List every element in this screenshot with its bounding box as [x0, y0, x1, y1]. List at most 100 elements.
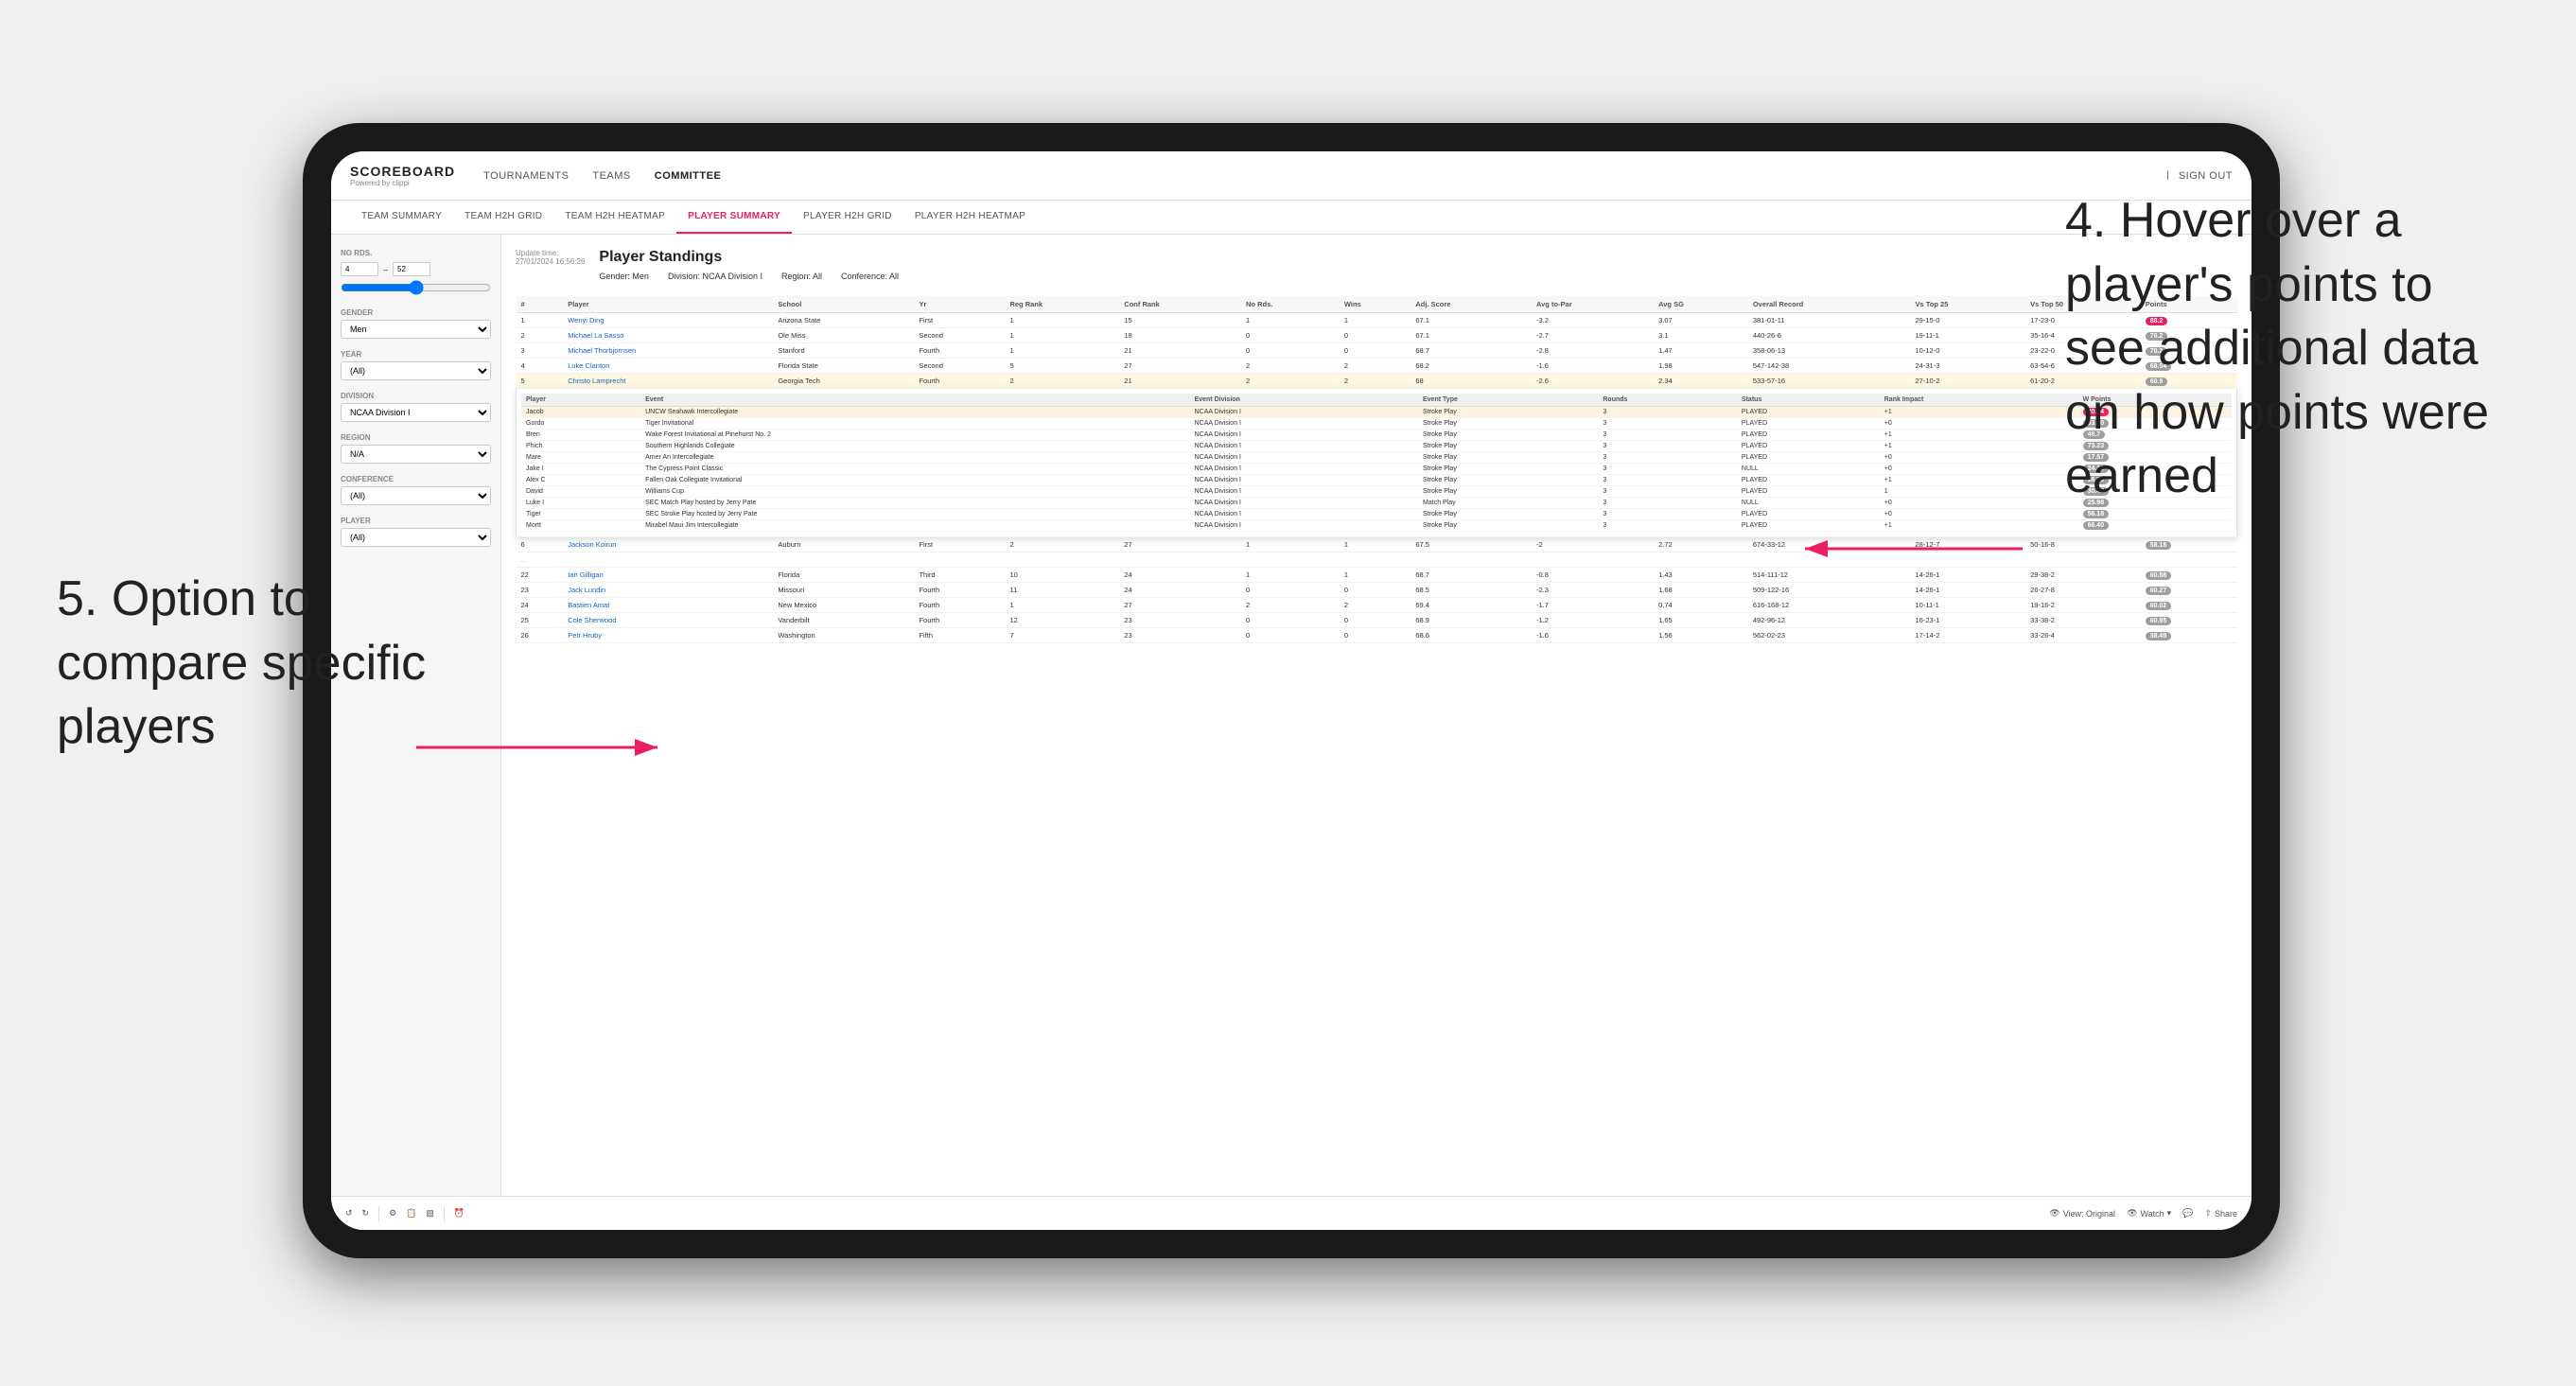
nav-teams[interactable]: TEAMS: [592, 170, 630, 182]
sub-cell-rank: +1: [1880, 407, 2078, 418]
sub-cell-status: PLAYED: [1737, 441, 1880, 452]
cell-rank: 25: [517, 613, 564, 628]
cell-conf-rank: 27: [1119, 537, 1241, 553]
cell-points[interactable]: 60.58: [2141, 568, 2237, 583]
tooltip-sub-row: Gordo Tiger Invitational NCAA Division I…: [521, 418, 2232, 430]
cell-vs25: 10-12-0: [1911, 343, 2026, 359]
cell-player[interactable]: Ian Gilligan: [563, 568, 773, 583]
points-badge[interactable]: 38.49: [2146, 632, 2172, 640]
subnav-player-h2h-grid[interactable]: PLAYER H2H GRID: [792, 201, 903, 234]
subnav-team-summary[interactable]: TEAM SUMMARY: [350, 201, 453, 234]
standings-table: # Player School Yr Reg Rank Conf Rank No…: [516, 296, 2237, 643]
cell-record: 381-01-11: [1748, 313, 1911, 328]
player-select[interactable]: (All): [341, 528, 491, 547]
cell-vs50: 33-26-4: [2025, 628, 2141, 643]
sub-col-status: Status: [1737, 394, 1880, 407]
year-select[interactable]: (All): [341, 361, 491, 380]
cell-points[interactable]: 60.27: [2141, 583, 2237, 598]
no-rds-max-input[interactable]: [393, 262, 430, 276]
sub-points-badge[interactable]: 66.40: [2083, 521, 2110, 530]
sub-cell-event: UNCW Seahawk Intercollegiate: [640, 407, 1189, 418]
nav-committee[interactable]: COMMITTEE: [655, 170, 722, 182]
cell-points[interactable]: 60.95: [2141, 613, 2237, 628]
cell-player[interactable]: Michael La Sasso: [563, 328, 773, 343]
cell-player[interactable]: Michael Thorbjornsen: [563, 343, 773, 359]
toolbar-right: 👁 View: Original 👁 Watch ▾ 💬 ⇧ Share: [2049, 1208, 2237, 1219]
sub-cell-rank: +0: [1880, 498, 2078, 509]
cell-avg-sg: 1.43: [1654, 568, 1748, 583]
subnav-team-h2h-heatmap[interactable]: TEAM H2H HEATMAP: [553, 201, 676, 234]
cell-yr: Fourth: [914, 598, 1005, 613]
watch-label: Watch: [2141, 1209, 2164, 1219]
cell-yr: First: [914, 537, 1005, 553]
cell-points[interactable]: 60.02: [2141, 598, 2237, 613]
cell-player[interactable]: Wenyi Ding: [563, 313, 773, 328]
cell-player[interactable]: Jackson Koirun: [563, 537, 773, 553]
gender-select[interactable]: Men: [341, 320, 491, 339]
sub-cell-event: Mirabel Maui Jim Intercollegiate: [640, 520, 1189, 532]
tooltip-sub-row: Luke I SEC Match Play hosted by Jerry Pa…: [521, 498, 2232, 509]
comment-btn[interactable]: 💬: [2182, 1208, 2193, 1219]
cell-player[interactable]: Jack Lundin: [563, 583, 773, 598]
nav-tournaments[interactable]: TOURNAMENTS: [483, 170, 569, 182]
points-badge[interactable]: 60.02: [2146, 602, 2172, 610]
cell-vs25: 14-26-1: [1911, 583, 2026, 598]
sub-cell-status: PLAYED: [1737, 452, 1880, 464]
subnav-team-h2h-grid[interactable]: TEAM H2H GRID: [453, 201, 553, 234]
tooltip-row: Player Event Event Division Event Type R…: [517, 389, 2237, 537]
tooltip-sub-table: Player Event Event Division Event Type R…: [521, 394, 2232, 532]
cell-player[interactable]: Cole Sherwood: [563, 613, 773, 628]
cell-vs25: 19-11-1: [1911, 328, 2026, 343]
cell-avg-par: -3.2: [1532, 313, 1654, 328]
conference-select[interactable]: (All): [341, 486, 491, 505]
watch-btn[interactable]: 👁 Watch ▾: [2127, 1208, 2171, 1219]
cell-wins: 0: [1340, 328, 1411, 343]
points-badge[interactable]: 60.95: [2146, 617, 2172, 625]
sub-cell-div: NCAA Division I: [1190, 498, 1418, 509]
no-rds-min-input[interactable]: [341, 262, 378, 276]
cell-avg-par: -2: [1532, 537, 1654, 553]
subnav-player-h2h-heatmap[interactable]: PLAYER H2H HEATMAP: [903, 201, 1037, 234]
division-select[interactable]: NCAA Division I: [341, 403, 491, 422]
filter-btn[interactable]: ▧: [426, 1208, 434, 1219]
cell-player[interactable]: Luke Clanton: [563, 359, 773, 374]
share-btn[interactable]: ⇧ Share: [2204, 1208, 2237, 1219]
points-badge[interactable]: 58.18: [2146, 541, 2172, 550]
cell-points[interactable]: 38.49: [2141, 628, 2237, 643]
sub-cell-status: PLAYED: [1737, 475, 1880, 486]
sub-cell-div: NCAA Division I: [1190, 464, 1418, 475]
clock-btn[interactable]: ⏰: [454, 1208, 464, 1219]
undo-btn[interactable]: ↺: [345, 1208, 353, 1219]
sub-cell-player: Gordo: [521, 418, 640, 430]
no-rds-slider[interactable]: [341, 280, 491, 295]
update-time-label: Update time:: [516, 249, 585, 257]
cell-yr: Fourth: [914, 583, 1005, 598]
view-btn[interactable]: 👁 View: Original: [2049, 1208, 2115, 1219]
sub-cell-div: NCAA Division I: [1190, 486, 1418, 498]
redo-btn[interactable]: ↻: [362, 1208, 370, 1219]
copy-btn[interactable]: 📋: [406, 1208, 416, 1219]
cell-reg-rank: 11: [1005, 583, 1119, 598]
view-label: View: Original: [2063, 1209, 2115, 1219]
cell-adj-score: 68.7: [1411, 343, 1532, 359]
cell-record: 616-168-12: [1748, 598, 1911, 613]
sub-cell-wpts[interactable]: 66.40: [2078, 520, 2232, 532]
sub-cell-rank: +1: [1880, 441, 2078, 452]
settings-btn[interactable]: ⚙: [389, 1208, 396, 1219]
subnav-player-summary[interactable]: PLAYER SUMMARY: [676, 201, 792, 234]
cell-player[interactable]: Petr Hruby: [563, 628, 773, 643]
cell-player[interactable]: Bastien Amat: [563, 598, 773, 613]
cell-points[interactable]: 58.18: [2141, 537, 2237, 553]
cell-adj-score: 68.7: [1411, 568, 1532, 583]
region-select[interactable]: N/A: [341, 445, 491, 464]
points-badge[interactable]: 60.27: [2146, 587, 2172, 595]
sub-cell-rounds: 3: [1598, 430, 1737, 441]
col-rank: #: [517, 296, 564, 313]
cell-player[interactable]: Christo Lamprecht: [563, 374, 773, 389]
sub-points-badge[interactable]: 56.18: [2083, 510, 2110, 518]
sign-out-link[interactable]: Sign out: [2179, 170, 2233, 182]
cell-yr: First: [914, 313, 1005, 328]
sub-cell-wpts[interactable]: 56.18: [2078, 509, 2232, 520]
share-icon: ⇧: [2204, 1208, 2212, 1219]
points-badge[interactable]: 60.58: [2146, 571, 2172, 580]
